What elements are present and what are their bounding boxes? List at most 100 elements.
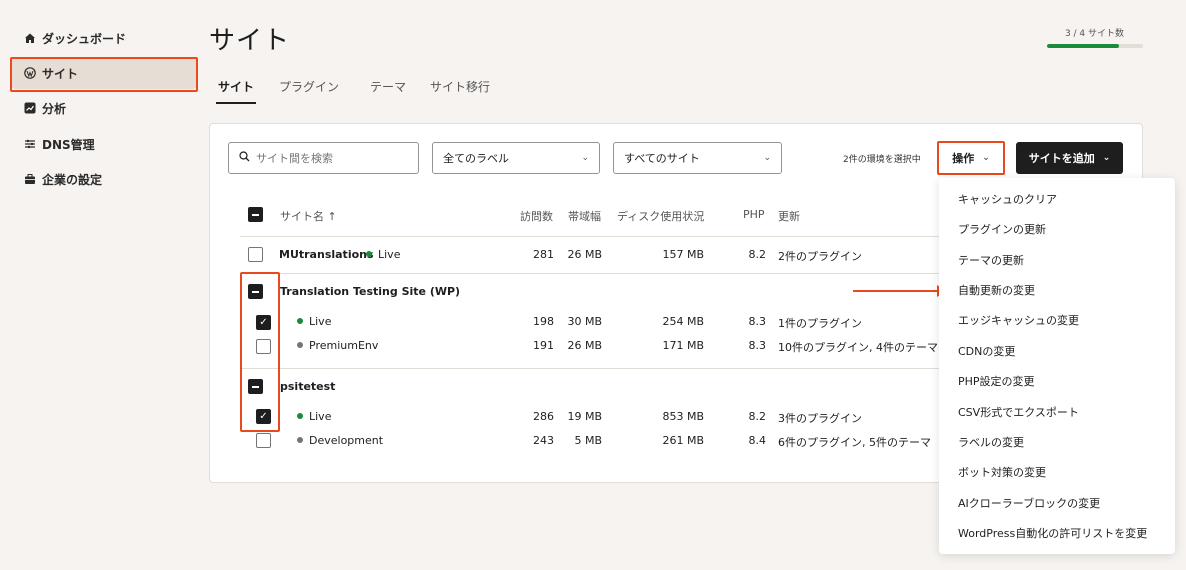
status-dot — [297, 342, 303, 348]
disk-usage: 171 MB — [662, 339, 704, 352]
tab-themes[interactable]: テーマ — [370, 78, 406, 104]
label-filter-select[interactable]: 全てのラベル ⌄ — [432, 142, 600, 174]
site-usage-label: 3 / 4 サイト数 — [1064, 29, 1125, 39]
row-checkbox[interactable]: ✓ — [256, 409, 271, 424]
disk-usage: 853 MB — [662, 410, 704, 423]
actions-menu: キャッシュのクリア プラグインの更新 テーマの更新 自動更新の変更 エッジキャッ… — [939, 178, 1175, 554]
status-dot — [297, 437, 303, 443]
site-name[interactable]: Translation Testing Site (WP) — [280, 285, 460, 298]
dns-icon — [24, 138, 36, 150]
updates: 1件のプラグイン — [778, 317, 862, 330]
column-header-site-name[interactable]: サイト名 ↑ — [280, 208, 337, 224]
menu-item-change-edge-cache[interactable]: エッジキャッシュの変更 — [958, 312, 1079, 328]
menu-item-change-bot-protection[interactable]: ボット対策の変更 — [958, 464, 1046, 480]
menu-item-update-plugins[interactable]: プラグインの更新 — [958, 221, 1046, 237]
site-group-checkbox[interactable] — [248, 379, 263, 394]
tab-sites[interactable]: サイト — [216, 78, 257, 104]
sidebar-item-label: 分析 — [42, 101, 67, 116]
visits: 281 — [533, 248, 554, 261]
site-name[interactable]: psitetest — [280, 380, 335, 393]
actions-button-label: 操作 — [952, 152, 975, 165]
visits: 286 — [533, 410, 554, 423]
site-name[interactable]: MUtranslations — [279, 248, 374, 261]
menu-item-update-themes[interactable]: テーマの更新 — [958, 252, 1024, 268]
php-version: 8.4 — [748, 434, 767, 447]
environment-name: PremiumEnv — [297, 339, 378, 352]
updates: 2件のプラグイン — [778, 250, 862, 263]
add-site-button[interactable]: サイトを追加 ⌄ — [1016, 142, 1123, 174]
sidebar-item-dashboard[interactable]: ダッシュボード — [12, 22, 196, 54]
updates: 10件のプラグイン, 4件のテーマ — [778, 341, 938, 354]
sidebar: ダッシュボード サイト 分析 DNS管理 企業の設定 — [0, 0, 200, 570]
menu-item-change-auto-update[interactable]: 自動更新の変更 — [958, 282, 1035, 298]
menu-item-clear-cache[interactable]: キャッシュのクリア — [958, 191, 1057, 207]
menu-item-change-cdn[interactable]: CDNの変更 — [958, 343, 1015, 359]
row-checkbox[interactable]: ✓ — [256, 315, 271, 330]
visits: 198 — [533, 315, 554, 328]
bandwidth: 26 MB — [567, 248, 602, 261]
tab-plugins[interactable]: プラグイン — [279, 78, 339, 104]
environment-name: Development — [297, 434, 383, 447]
home-icon — [24, 32, 36, 44]
updates: 6件のプラグイン, 5件のテーマ — [778, 436, 931, 449]
select-all-checkbox[interactable] — [248, 207, 263, 222]
row-checkbox[interactable] — [256, 433, 271, 448]
sidebar-item-label: DNS管理 — [42, 137, 95, 152]
search-icon — [239, 151, 250, 165]
row-checkbox[interactable] — [256, 339, 271, 354]
sidebar-item-analytics[interactable]: 分析 — [12, 92, 196, 124]
site-usage-fill — [1047, 44, 1119, 48]
sidebar-item-sites[interactable]: サイト — [12, 57, 196, 89]
menu-item-change-labels[interactable]: ラベルの変更 — [958, 434, 1024, 450]
site-usage-bar — [1047, 44, 1143, 48]
search-input[interactable] — [256, 151, 406, 165]
disk-usage: 157 MB — [662, 248, 704, 261]
bandwidth: 30 MB — [567, 315, 602, 328]
wordpress-icon — [24, 67, 36, 79]
site-filter-select[interactable]: すべてのサイト ⌄ — [613, 142, 782, 174]
bandwidth: 19 MB — [567, 410, 602, 423]
php-version: 8.3 — [748, 315, 767, 328]
menu-item-change-ai-crawler-block[interactable]: AIクローラーブロックの変更 — [958, 495, 1100, 511]
column-header-updates[interactable]: 更新 — [778, 208, 800, 224]
sidebar-item-company-settings[interactable]: 企業の設定 — [12, 163, 196, 195]
live-status-dot — [297, 318, 303, 324]
tab-site-migration[interactable]: サイト移行 — [430, 78, 490, 104]
menu-item-export-csv[interactable]: CSV形式でエクスポート — [958, 404, 1079, 420]
php-version: 8.2 — [748, 248, 767, 261]
site-filter-value: すべてのサイト — [624, 152, 700, 165]
chevron-down-icon: ⌄ — [982, 153, 990, 163]
add-site-button-label: サイトを追加 — [1028, 152, 1095, 165]
visits: 191 — [533, 339, 554, 352]
site-group-checkbox[interactable] — [248, 284, 263, 299]
search-box[interactable] — [228, 142, 419, 174]
bandwidth: 26 MB — [567, 339, 602, 352]
column-header-visits[interactable]: 訪問数 — [520, 208, 553, 224]
visits: 243 — [533, 434, 554, 447]
environment-name: Live — [297, 315, 331, 328]
bandwidth: 5 MB — [574, 434, 602, 447]
column-header-php[interactable]: PHP — [743, 208, 765, 221]
chevron-down-icon: ⌄ — [1102, 153, 1111, 163]
annotation-arrow-line — [853, 290, 941, 292]
column-header-disk-usage[interactable]: ディスク使用状況 — [617, 208, 704, 224]
sidebar-item-dns[interactable]: DNS管理 — [12, 128, 196, 160]
row-checkbox[interactable] — [248, 247, 263, 262]
actions-button[interactable]: 操作 ⌄ — [939, 143, 1003, 173]
label-filter-value: 全てのラベル — [443, 152, 509, 165]
chart-icon — [24, 102, 36, 114]
menu-item-change-wp-automation-allowlist[interactable]: WordPress自動化の許可リストを変更 — [958, 525, 1147, 541]
php-version: 8.3 — [748, 339, 767, 352]
column-header-bandwidth[interactable]: 帯域幅 — [568, 208, 601, 224]
disk-usage: 261 MB — [662, 434, 704, 447]
live-status-dot — [297, 413, 303, 419]
chevron-down-icon: ⌄ — [763, 153, 771, 163]
environment-label: Live — [366, 248, 400, 261]
environment-name: Live — [297, 410, 331, 423]
sidebar-item-label: サイト — [42, 66, 79, 81]
chevron-down-icon: ⌄ — [581, 153, 589, 163]
disk-usage: 254 MB — [662, 315, 704, 328]
menu-item-change-php-settings[interactable]: PHP設定の変更 — [958, 373, 1035, 389]
sidebar-item-label: ダッシュボード — [42, 31, 127, 46]
updates: 3件のプラグイン — [778, 412, 862, 425]
